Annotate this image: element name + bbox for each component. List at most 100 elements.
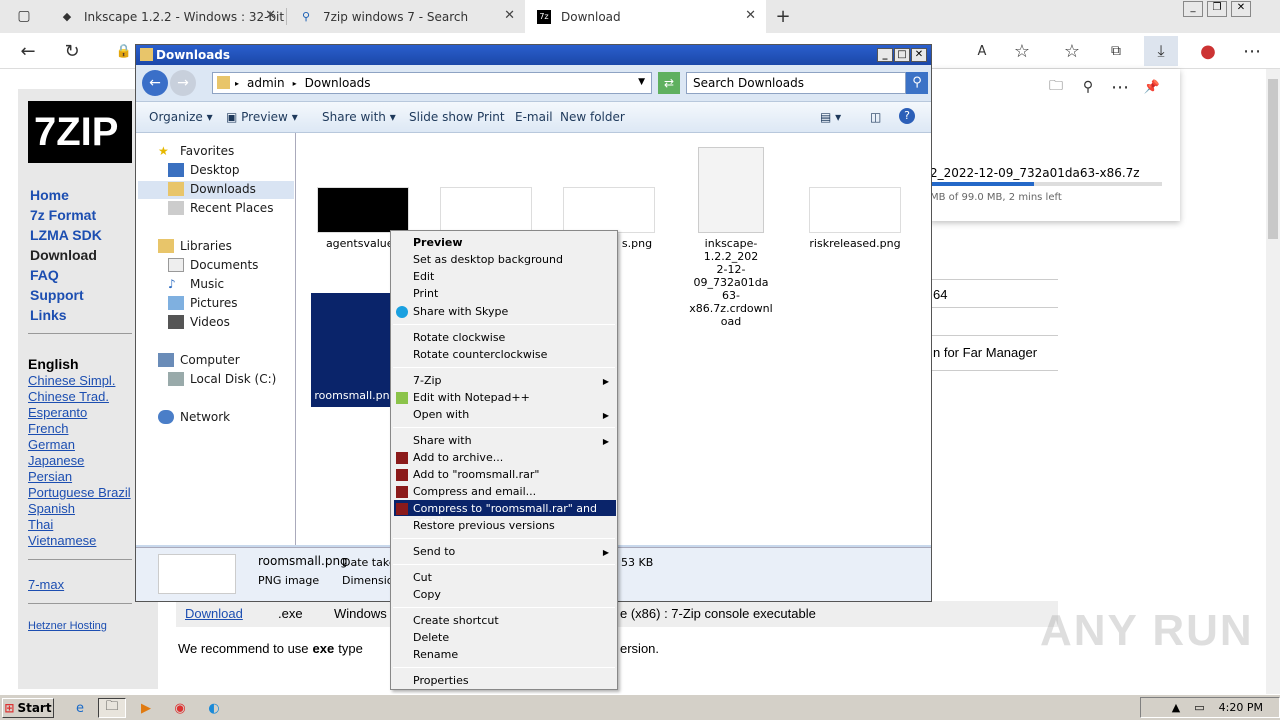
back-button[interactable]: ← [142,70,168,96]
tab-download[interactable]: 7z Download ✕ [525,0,766,33]
chrome-icon[interactable]: ◉ [166,698,194,718]
tree-recent-places[interactable]: Recent Places [168,201,273,215]
menu-item-7zip[interactable]: 7-Zip [413,374,442,387]
search-icon[interactable]: ⚲ [1076,75,1100,99]
nav-7z-format[interactable]: 7z Format [30,207,96,223]
back-icon[interactable]: ← [16,39,40,63]
menu-item-open-with[interactable]: Open with [413,408,469,421]
menu-item-print[interactable]: Print [413,287,438,300]
lang-link[interactable]: Esperanto [28,405,87,420]
7zip-logo[interactable]: 7ZIP [28,101,132,163]
restore-icon[interactable]: ❐ [1207,1,1227,17]
view-options-icon[interactable]: ▤ ▾ [820,110,841,124]
more-icon[interactable]: ⋯ [1108,75,1132,99]
tree-desktop[interactable]: Desktop [168,163,240,177]
search-icon[interactable]: ⚲ [906,72,928,94]
download-link[interactable]: Download [185,606,243,621]
menu-item-compress-email[interactable]: Compress and email... [413,485,536,498]
file-item-selected[interactable]: roomsmall.pn [311,301,393,402]
close-icon[interactable]: ✕ [504,8,515,23]
email-button[interactable]: E-mail [515,110,553,124]
maximize-button[interactable]: □ [894,48,910,62]
lang-link[interactable]: German [28,437,75,452]
page-scrollbar[interactable] [1266,69,1280,694]
chevron-down-icon[interactable]: ▼ [638,77,645,87]
menu-item-edit[interactable]: Edit [413,270,434,283]
refresh-button[interactable]: ⇄ [658,72,680,94]
menu-item-cut[interactable]: Cut [413,571,432,584]
tree-documents[interactable]: Documents [168,258,258,272]
edge-icon[interactable]: ◐ [200,698,228,718]
nav-download[interactable]: Download [30,247,97,263]
download-filename[interactable]: 2_2022-12-09_732a01da63-x86.7z [930,166,1140,180]
network-icon[interactable]: ▭ [1194,701,1204,714]
close-icon[interactable]: ✕ [1231,1,1251,17]
preview-pane-icon[interactable]: ◫ [870,110,881,124]
file-item[interactable] [439,187,533,233]
nav-links[interactable]: Links [30,307,67,323]
menu-item-rename[interactable]: Rename [413,648,458,661]
tab-inkscape[interactable]: ◆ Inkscape 1.2.2 - Windows : 32-bit ✕ [48,0,286,33]
tree-local-disk[interactable]: Local Disk (C:) [168,372,276,386]
help-icon[interactable]: ? [899,108,915,124]
file-item[interactable]: riskreleased.png [808,187,902,250]
folder-icon[interactable]: 🗀 [1044,75,1068,99]
lang-link[interactable]: Japanese [28,453,84,468]
forward-button[interactable]: → [170,70,196,96]
ie-icon[interactable]: e [66,698,94,718]
menu-item-restore-versions[interactable]: Restore previous versions [413,519,555,532]
more-icon[interactable]: ⋯ [1240,39,1264,63]
tree-libraries[interactable]: Libraries [158,239,232,253]
lang-link[interactable]: Portuguese Brazil [28,485,136,500]
tab-search[interactable]: ⚲ 7zip windows 7 - Search ✕ [287,0,525,33]
lang-link[interactable]: Spanish [28,501,75,516]
menu-item-share-skype[interactable]: Share with Skype [413,305,508,318]
menu-item-add-archive[interactable]: Add to archive... [413,451,503,464]
hetzner-link[interactable]: Hetzner Hosting [28,620,107,632]
lang-link[interactable]: Persian [28,469,72,484]
new-folder-button[interactable]: New folder [560,110,625,124]
lang-link[interactable]: Chinese Simpl. [28,373,115,388]
menu-item-rotate-counterclockwise[interactable]: Rotate counterclockwise [413,348,547,361]
lang-link[interactable]: Vietnamese [28,533,96,548]
collections-icon[interactable]: ⧉ [1104,39,1128,63]
tree-videos[interactable]: Videos [168,315,230,329]
menu-item-edit-notepadpp[interactable]: Edit with Notepad++ [413,391,530,404]
menu-item-add-rar[interactable]: Add to "roomsmall.rar" [413,468,540,481]
tree-computer[interactable]: Computer [158,353,240,367]
favorites-icon[interactable]: ☆ [1060,39,1084,63]
menu-item-share-with[interactable]: Share with [413,434,472,447]
nav-lzma-sdk[interactable]: LZMA SDK [30,227,102,243]
lang-link[interactable]: Thai [28,517,53,532]
tree-pictures[interactable]: Pictures [168,296,238,310]
minimize-icon[interactable]: _ [1183,1,1203,17]
tree-favorites[interactable]: ★ Favorites [158,144,234,158]
refresh-icon[interactable]: ↻ [60,39,84,63]
profile-avatar[interactable]: ● [1196,39,1220,63]
7-max-link[interactable]: 7-max [28,577,64,592]
lock-icon[interactable]: 🔒 [112,39,136,63]
menu-item-set-desktop-background[interactable]: Set as desktop background [413,253,563,266]
close-button[interactable]: ✕ [911,48,927,62]
menu-item-copy[interactable]: Copy [413,588,441,601]
downloads-icon[interactable]: ⤓ [1144,36,1178,66]
print-button[interactable]: Print [477,110,505,124]
tray-icon[interactable]: ▲ [1172,701,1180,714]
add-favorite-icon[interactable]: ☆ [1010,39,1034,63]
pin-icon[interactable]: 📌 [1140,75,1164,99]
close-icon[interactable]: ✕ [265,8,276,23]
lang-link[interactable]: French [28,421,68,436]
start-button[interactable]: ⊞ Start [2,698,54,718]
tab-actions-icon[interactable]: ▢ [12,4,36,28]
read-aloud-icon[interactable]: A [970,39,994,63]
menu-item-preview[interactable]: Preview [413,236,463,249]
clock[interactable]: 4:20 PM [1219,701,1263,714]
breadcrumb-item[interactable]: Downloads [305,76,371,90]
breadcrumb-item[interactable]: admin [247,76,285,90]
file-item[interactable]: inkscape-1.2.2_202 2-12-09_732a01da 63-x… [681,147,781,328]
media-player-icon[interactable]: ▶ [132,698,160,718]
preview-button[interactable]: ▣ Preview ▾ [226,110,298,124]
organize-button[interactable]: Organize ▾ [149,110,213,124]
menu-item-delete[interactable]: Delete [413,631,449,644]
menu-item-rotate-clockwise[interactable]: Rotate clockwise [413,331,505,344]
